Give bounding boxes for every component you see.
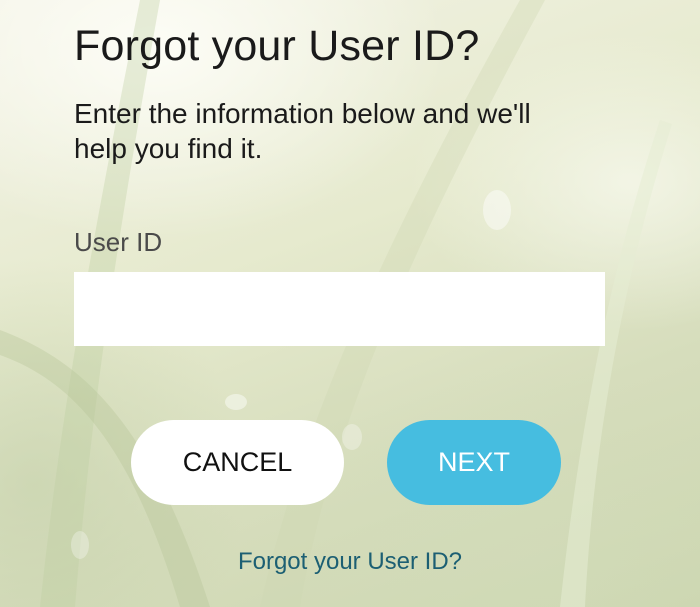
next-button[interactable]: NEXT xyxy=(387,420,561,505)
page-subtitle: Enter the information below and we'll he… xyxy=(74,98,531,164)
forgot-userid-link[interactable]: Forgot your User ID? xyxy=(0,548,700,576)
cancel-button[interactable]: CANCEL xyxy=(131,420,344,505)
forgot-userid-panel: Forgot your User ID? Enter the informati… xyxy=(0,0,700,607)
next-button-label: NEXT xyxy=(437,447,510,477)
userid-label: User ID xyxy=(74,227,163,257)
userid-input[interactable] xyxy=(74,272,605,346)
cancel-button-label: CANCEL xyxy=(182,447,293,477)
page-title: Forgot your User ID? xyxy=(74,22,480,70)
